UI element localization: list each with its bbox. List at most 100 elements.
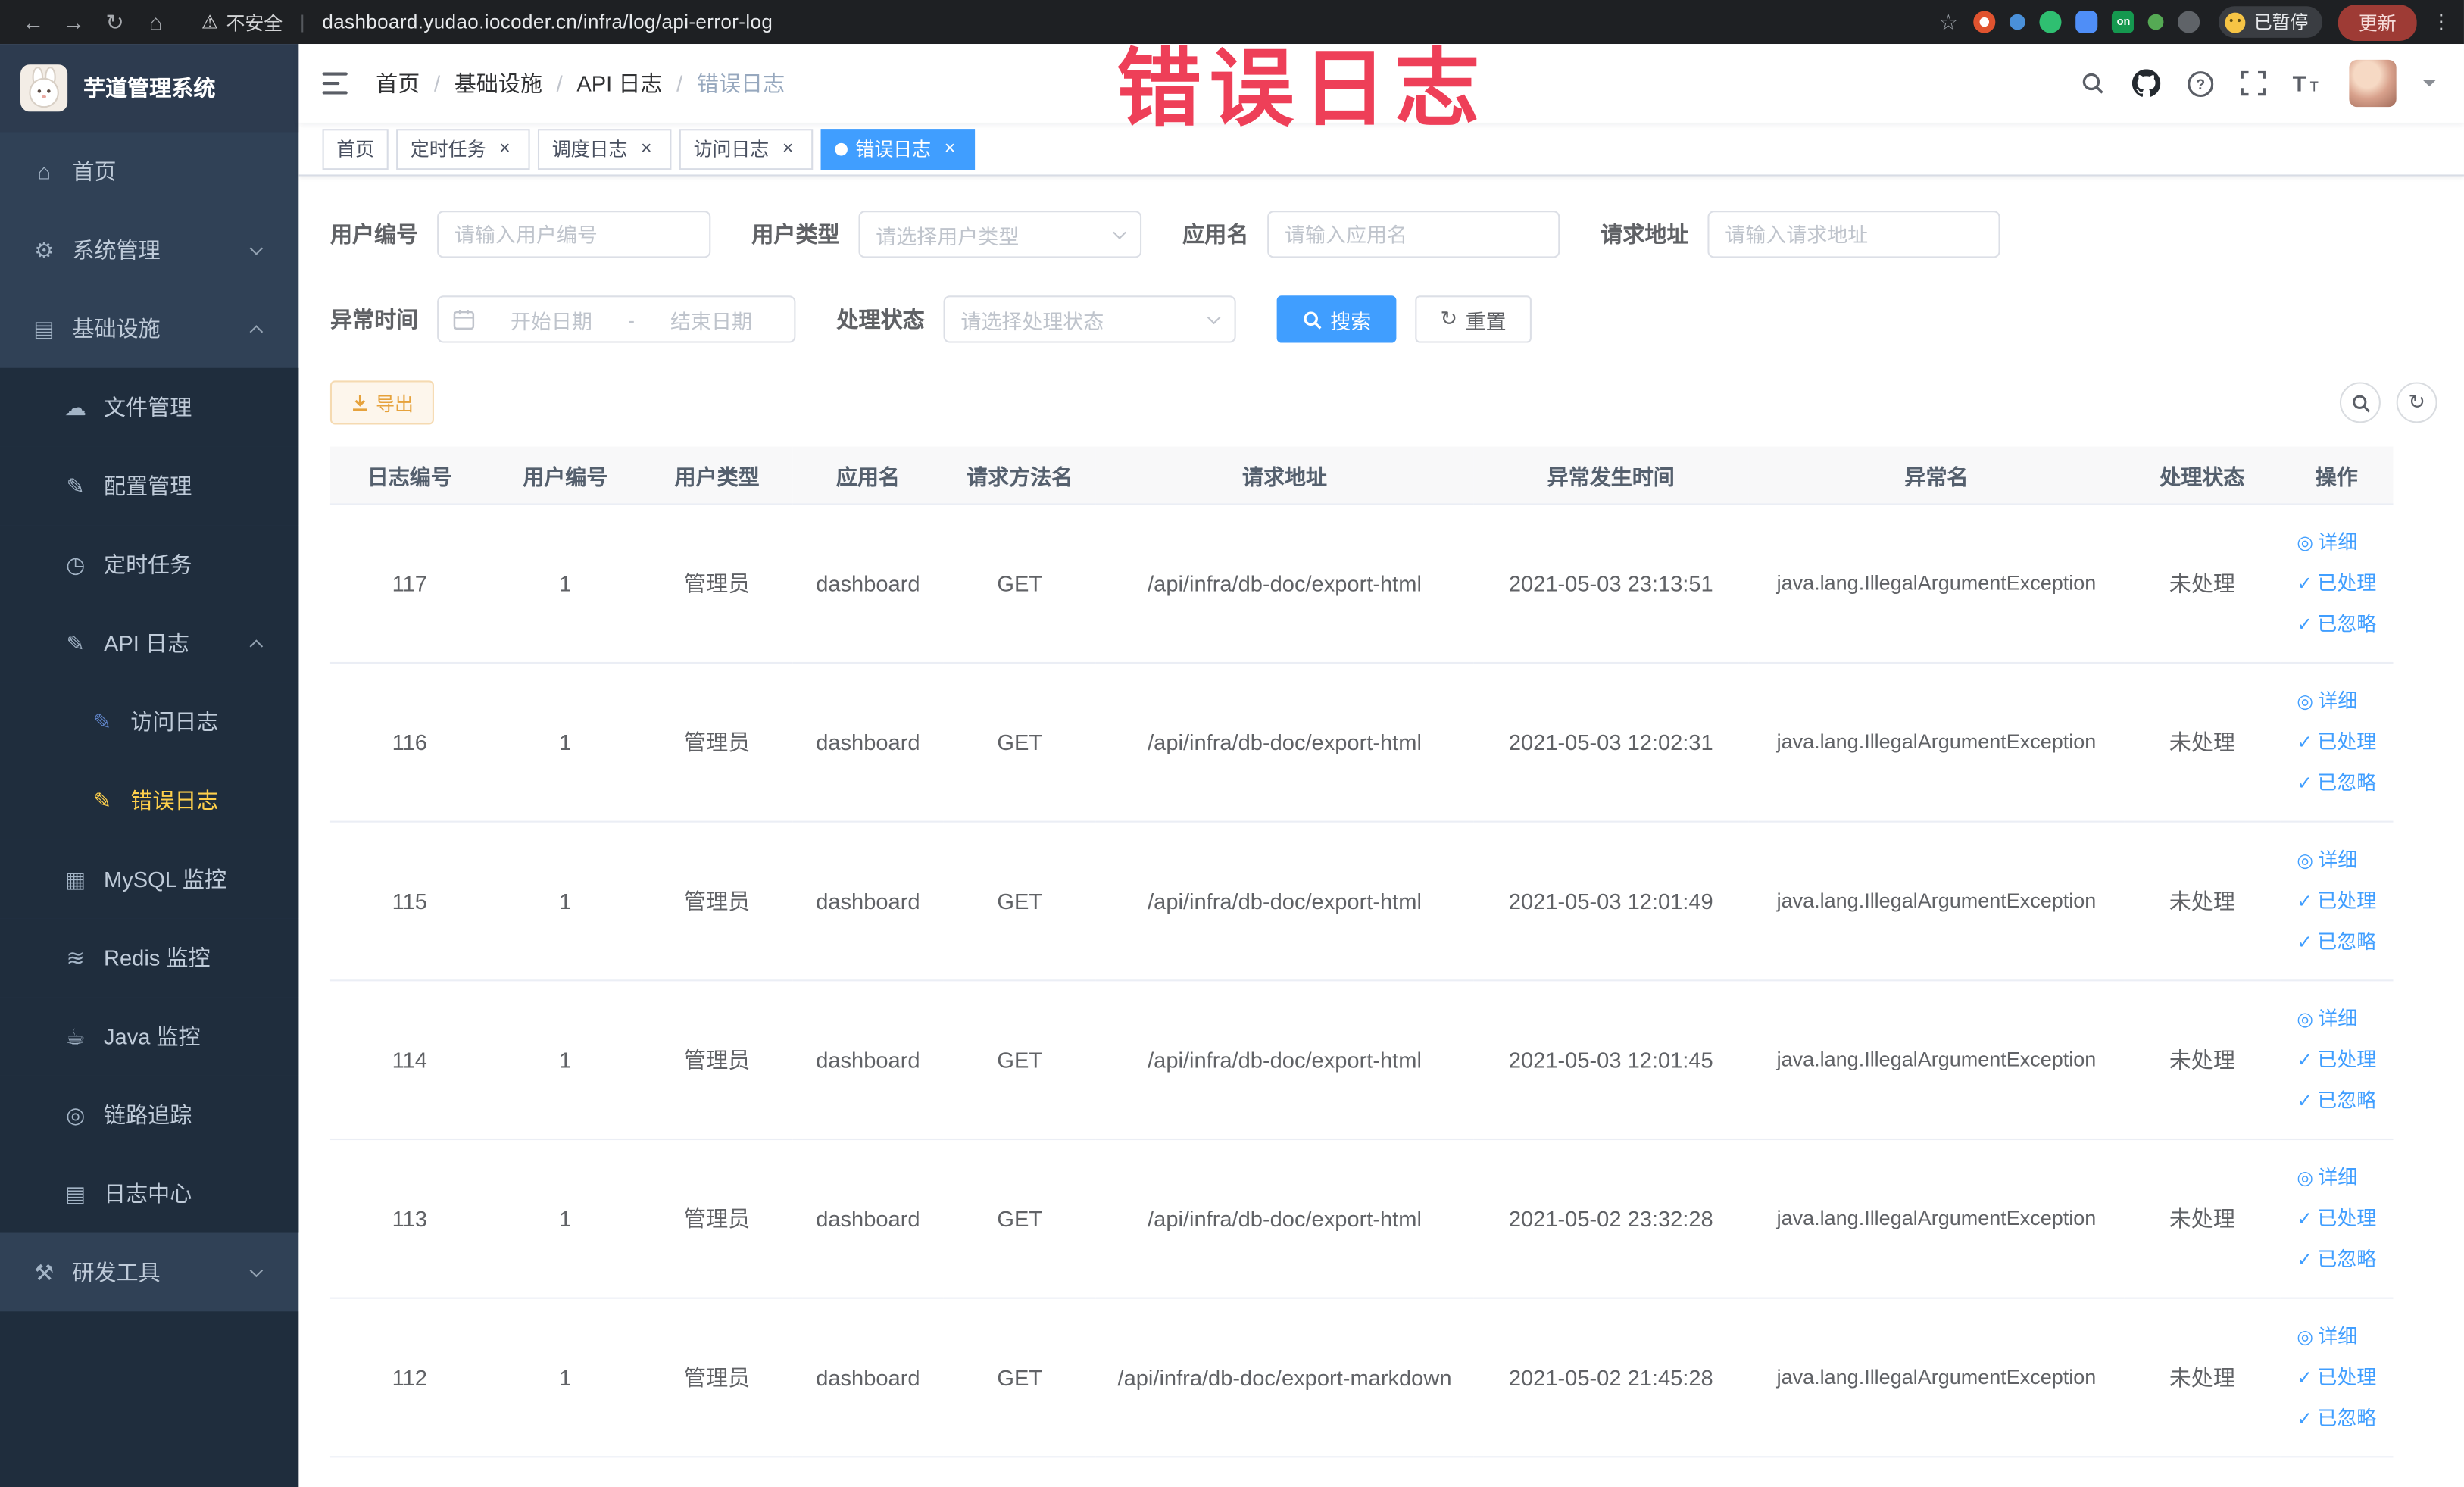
detail-link[interactable]: ◎ 详细: [2297, 1157, 2376, 1198]
tab-schedule-log[interactable]: 调度日志 ×: [538, 128, 672, 170]
avatar[interactable]: [2349, 59, 2397, 108]
ignored-link[interactable]: ✓ 已忽略: [2297, 1079, 2376, 1120]
check-icon: ✓: [2297, 889, 2313, 911]
breadcrumb-item[interactable]: 基础设施: [454, 67, 542, 99]
back-icon[interactable]: ←: [13, 3, 54, 41]
help-icon[interactable]: ?: [2188, 70, 2214, 97]
reset-button[interactable]: ↻ 重置: [1415, 295, 1532, 343]
toggle-search-button[interactable]: [2339, 382, 2381, 423]
exception-name-cell: java.lang.IllegalArgumentException: [1748, 661, 2125, 822]
sidebar-item-home[interactable]: ⌂ 首页: [0, 132, 298, 211]
ignored-link[interactable]: ✓ 已忽略: [2297, 762, 2376, 803]
user-type-select[interactable]: 请选择用户类型: [858, 211, 1142, 258]
extension-icon[interactable]: [2148, 14, 2165, 30]
detail-link[interactable]: ◎ 详细: [2297, 521, 2376, 562]
ignored-link[interactable]: ✓ 已忽略: [2297, 1239, 2376, 1279]
github-icon[interactable]: [2131, 69, 2161, 97]
sidebar-item-system-management[interactable]: ⚙ 系统管理: [0, 211, 298, 289]
app-root: ← → ↻ ⌂ ⚠ 不安全 | dashboard.yudao.iocoder.…: [0, 0, 2464, 1487]
sidebar-item-mysql-monitor[interactable]: ▦ MySQL 监控: [0, 839, 299, 919]
refresh-button[interactable]: ↻: [2396, 382, 2437, 423]
sidebar-item-infrastructure[interactable]: ▤ 基础设施: [0, 289, 298, 368]
detail-link[interactable]: ◎ 详细: [2297, 998, 2376, 1039]
request-url-input[interactable]: [1707, 211, 2000, 258]
reload-icon[interactable]: ↻: [95, 3, 136, 41]
fullscreen-icon[interactable]: [2241, 70, 2266, 96]
user-id-input[interactable]: [437, 211, 711, 258]
detail-link[interactable]: ◎ 详细: [2297, 1315, 2376, 1356]
hamburger-icon[interactable]: [322, 70, 351, 95]
annotation-overlay: 错误日志: [1116, 42, 1488, 137]
log-id-cell: 113: [329, 1138, 489, 1298]
extension-icon[interactable]: [1974, 11, 1997, 33]
home-icon[interactable]: ⌂: [136, 3, 176, 41]
date-separator: -: [627, 307, 635, 331]
extension-icon[interactable]: on: [2112, 11, 2135, 33]
processed-link[interactable]: ✓ 已处理: [2297, 879, 2376, 920]
processed-link[interactable]: ✓ 已处理: [2297, 1039, 2376, 1079]
export-button[interactable]: 导出: [329, 380, 434, 425]
filter-status: 处理状态 请选择处理状态: [836, 295, 1236, 343]
breadcrumb-item[interactable]: 首页: [376, 67, 420, 99]
close-icon[interactable]: ×: [494, 138, 516, 160]
sidebar-item-config-management[interactable]: ✎ 配置管理: [0, 446, 299, 526]
detail-link[interactable]: ◎ 详细: [2297, 680, 2376, 721]
close-icon[interactable]: ×: [938, 138, 960, 160]
exception-time-range-picker[interactable]: 开始日期 - 结束日期: [437, 295, 796, 343]
sidebar-item-scheduled-tasks[interactable]: ◷ 定时任务: [0, 525, 299, 604]
timer-icon: ◷: [65, 551, 86, 576]
tab-scheduled-tasks[interactable]: 定时任务 ×: [396, 128, 530, 170]
tab-access-log[interactable]: 访问日志 ×: [679, 128, 814, 170]
processed-link[interactable]: ✓ 已处理: [2297, 1198, 2376, 1239]
breadcrumb-item[interactable]: API 日志: [576, 67, 662, 99]
extension-icon[interactable]: [2076, 11, 2099, 33]
tools-icon: ⚒: [34, 1258, 55, 1284]
ignored-link[interactable]: ✓ 已忽略: [2297, 603, 2376, 644]
avatar-caret-icon[interactable]: [2422, 80, 2436, 93]
browser-update-button[interactable]: 更新: [2338, 4, 2417, 40]
sidebar-item-dev-tools[interactable]: ⚒ 研发工具: [0, 1233, 298, 1312]
tab-home[interactable]: 首页: [322, 128, 389, 170]
close-icon[interactable]: ×: [777, 138, 799, 160]
processed-link[interactable]: ✓ 已处理: [2297, 562, 2376, 603]
gear-icon: ⚙: [34, 236, 55, 262]
magnifier-icon: [1304, 311, 1322, 329]
extension-icon[interactable]: [2178, 11, 2201, 33]
app-logo[interactable]: 芋道管理系统: [0, 44, 299, 133]
sidebar-item-access-log[interactable]: ✎ 访问日志: [0, 682, 299, 761]
sidebar-menu: ⌂ 首页 ⚙ 系统管理 ▤ 基础设施 ☁ 文件管理 ✎ 配置管理 ◷ 定时任务 …: [0, 132, 299, 1312]
ignored-link[interactable]: ✓ 已忽略: [2297, 920, 2376, 961]
extension-icon[interactable]: [2040, 11, 2063, 33]
status-cell: 未处理: [2124, 503, 2281, 663]
sidebar-item-trace[interactable]: ◎ 链路追踪: [0, 1075, 299, 1154]
sidebar-item-java-monitor[interactable]: ☕ Java 监控: [0, 997, 299, 1076]
sidebar-item-redis-monitor[interactable]: ≋ Redis 监控: [0, 918, 299, 998]
search-icon[interactable]: [2080, 70, 2105, 95]
status-select[interactable]: 请选择处理状态: [943, 295, 1236, 343]
refresh-icon: ↻: [2408, 389, 2425, 414]
processed-link[interactable]: ✓ 已处理: [2297, 1356, 2376, 1397]
close-icon[interactable]: ×: [636, 138, 657, 160]
processed-link[interactable]: ✓ 已处理: [2297, 721, 2376, 762]
sidebar-item-api-log[interactable]: ✎ API 日志: [0, 604, 299, 683]
address-bar[interactable]: dashboard.yudao.iocoder.cn/infra/log/api…: [322, 11, 773, 33]
sidebar-item-log-center[interactable]: ▤ 日志中心: [0, 1154, 299, 1233]
browser-menu-icon[interactable]: ⋮: [2431, 9, 2451, 34]
bookmark-star-icon[interactable]: ☆: [1938, 8, 1958, 35]
paused-extension-badge[interactable]: 已暂停: [2219, 6, 2323, 38]
sidebar-item-file-management[interactable]: ☁ 文件管理: [0, 367, 299, 447]
sidebar-item-error-log[interactable]: ✎ 错误日志: [0, 761, 299, 840]
breadcrumb-separator: /: [676, 70, 683, 96]
site-security-indicator[interactable]: ⚠ 不安全: [201, 8, 283, 35]
right-tools: ↻: [2339, 382, 2437, 423]
tab-error-log[interactable]: 错误日志 ×: [820, 128, 976, 170]
extension-icon[interactable]: [2010, 14, 2026, 30]
ignored-link[interactable]: ✓ 已忽略: [2297, 1397, 2376, 1438]
forward-icon[interactable]: →: [54, 3, 95, 41]
search-button[interactable]: 搜索: [1276, 295, 1397, 343]
eye-icon: ◎: [2297, 530, 2314, 553]
font-size-icon[interactable]: TT: [2293, 70, 2322, 95]
app-name-input[interactable]: [1267, 211, 1560, 258]
sidebar: 芋道管理系统 ⌂ 首页 ⚙ 系统管理 ▤ 基础设施 ☁ 文件管理 ✎ 配置管理 …: [0, 44, 299, 1487]
detail-link[interactable]: ◎ 详细: [2297, 839, 2376, 879]
